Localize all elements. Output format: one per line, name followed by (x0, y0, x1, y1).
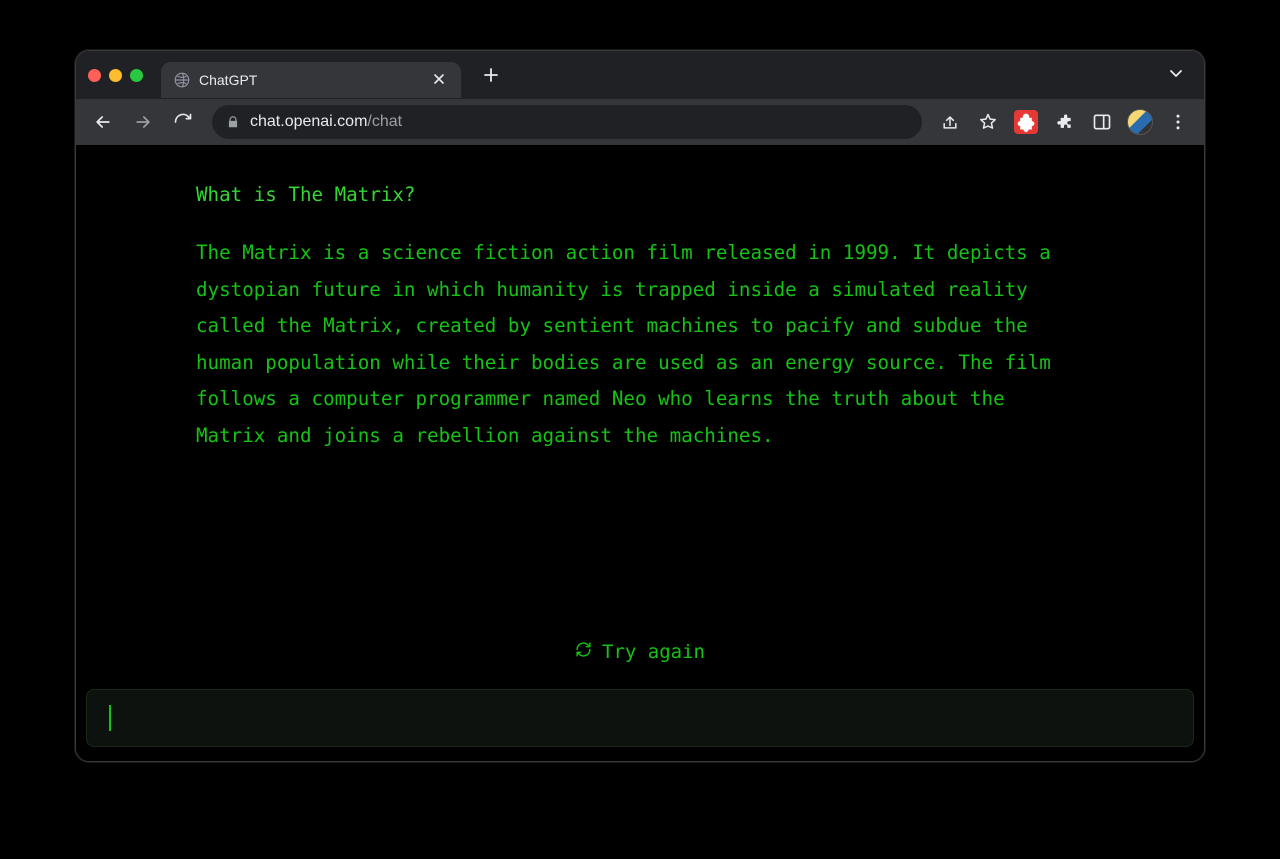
url-host: chat.openai.com (250, 113, 367, 130)
chat-area: What is The Matrix? The Matrix is a scie… (76, 145, 1204, 625)
close-tab-button[interactable] (429, 70, 449, 90)
address-bar[interactable]: chat.openai.com/chat (212, 105, 922, 139)
tab-bar: ChatGPT (76, 51, 1204, 99)
tab-overflow-button[interactable] (1160, 61, 1192, 90)
reload-button[interactable] (166, 105, 200, 139)
text-cursor (109, 705, 111, 731)
extension-badge[interactable] (1010, 106, 1042, 138)
browser-tab[interactable]: ChatGPT (161, 62, 461, 98)
close-window-button[interactable] (88, 69, 101, 82)
maximize-window-button[interactable] (130, 69, 143, 82)
input-area (76, 683, 1204, 761)
try-again-label: Try again (602, 641, 705, 663)
favicon-icon (173, 71, 191, 89)
bookmark-star-icon[interactable] (972, 106, 1004, 138)
chat-input[interactable] (86, 689, 1194, 747)
share-icon[interactable] (934, 106, 966, 138)
side-panel-icon[interactable] (1086, 106, 1118, 138)
url-path: /chat (367, 113, 402, 130)
window-controls (88, 69, 143, 82)
assistant-answer: The Matrix is a science fiction action f… (196, 235, 1084, 454)
profile-avatar[interactable] (1124, 106, 1156, 138)
user-question: What is The Matrix? (196, 177, 1084, 213)
kebab-menu-icon[interactable] (1162, 106, 1194, 138)
url-text: chat.openai.com/chat (250, 113, 402, 131)
try-again-wrap: Try again (76, 625, 1204, 683)
browser-toolbar: chat.openai.com/chat (76, 99, 1204, 145)
back-button[interactable] (86, 105, 120, 139)
page-content: What is The Matrix? The Matrix is a scie… (76, 145, 1204, 761)
new-tab-button[interactable] (477, 61, 505, 89)
try-again-button[interactable]: Try again (565, 637, 715, 667)
refresh-icon (575, 641, 592, 663)
extensions-icon[interactable] (1048, 106, 1080, 138)
browser-window: ChatGPT chat.openai.com/chat (75, 50, 1205, 762)
forward-button[interactable] (126, 105, 160, 139)
minimize-window-button[interactable] (109, 69, 122, 82)
tab-title: ChatGPT (199, 72, 421, 88)
toolbar-right (934, 106, 1194, 138)
lock-icon (226, 115, 240, 129)
